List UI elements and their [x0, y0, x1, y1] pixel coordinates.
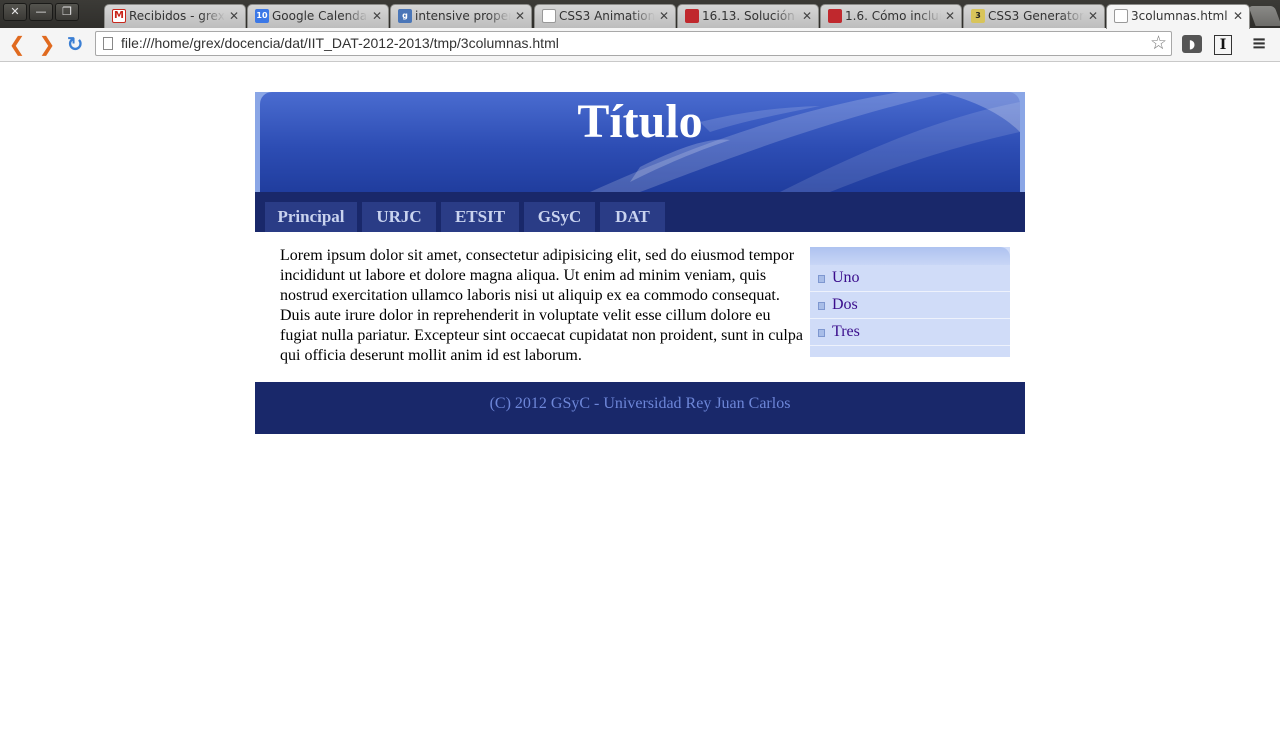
book-icon	[685, 9, 699, 23]
tab-title: intensive proper	[415, 9, 511, 23]
sidebar-item-dos[interactable]: Dos	[810, 292, 1010, 319]
footer-text: (C) 2012 GSyC - Universidad Rey Juan Car…	[489, 395, 791, 412]
tab-title: Google Calendar	[272, 9, 368, 23]
tab-close-icon[interactable]: ✕	[659, 5, 669, 27]
document-icon	[542, 9, 556, 23]
tab-title: Recibidos - grex	[129, 9, 225, 23]
tab-close-icon[interactable]: ✕	[229, 5, 239, 27]
pocket-icon[interactable]: ◗	[1182, 35, 1202, 53]
sidebar-header	[810, 247, 1010, 265]
tab-title: CSS3 Animations	[559, 9, 655, 23]
sidebar-link[interactable]: Dos	[832, 292, 858, 318]
page-icon	[103, 37, 113, 50]
nav-item-principal[interactable]: Principal	[265, 202, 357, 232]
calendar-icon: 10	[255, 9, 269, 23]
tab-close-icon[interactable]: ✕	[945, 5, 955, 27]
tab-close-icon[interactable]: ✕	[802, 5, 812, 27]
bullet-icon	[818, 302, 825, 310]
tab-google-calendar[interactable]: 10 Google Calendar ✕	[247, 4, 389, 28]
tab-close-icon[interactable]: ✕	[515, 5, 525, 27]
tab-title: 1.6. Cómo incluir	[845, 9, 941, 23]
tab-solucion[interactable]: 16.13. Solución c ✕	[677, 4, 819, 28]
main-nav: Principal URJC ETSIT GSyC DAT	[255, 192, 1025, 232]
menu-icon[interactable]: ≡	[1249, 35, 1269, 53]
page-header: Título	[255, 92, 1025, 192]
page-title: Título	[577, 95, 703, 148]
tab-recibidos[interactable]: M Recibidos - grex ✕	[104, 4, 246, 28]
page-footer: (C) 2012 GSyC - Universidad Rey Juan Car…	[255, 382, 1025, 434]
new-tab-button[interactable]	[1248, 6, 1280, 26]
book-icon	[828, 9, 842, 23]
nav-item-gsyc[interactable]: GSyC	[524, 202, 595, 232]
main-content: Lorem ipsum dolor sit amet, consectetur …	[255, 232, 1025, 382]
sidebar-link[interactable]: Tres	[832, 319, 860, 345]
sidebar-link[interactable]: Uno	[832, 265, 860, 291]
sidebar-menu: Uno Dos Tres	[810, 247, 1010, 357]
tab-title: CSS3 Generator	[988, 9, 1084, 23]
window-restore-button[interactable]: ❐	[55, 3, 79, 21]
tab-3columnas[interactable]: 3columnas.html ✕	[1106, 4, 1250, 29]
url-text[interactable]: file:///home/grex/docencia/dat/IIT_DAT-2…	[121, 32, 559, 55]
tab-como-incluir[interactable]: 1.6. Cómo incluir ✕	[820, 4, 962, 28]
google-icon: g	[398, 9, 412, 23]
bullet-icon	[818, 329, 825, 337]
back-icon[interactable]: ❮	[5, 32, 29, 56]
tab-strip: ✕ — ❐ M Recibidos - grex ✕ 10 Google Cal…	[0, 0, 1280, 29]
nav-item-etsit[interactable]: ETSIT	[441, 202, 519, 232]
bullet-icon	[818, 275, 825, 283]
tab-intensive-proper[interactable]: g intensive proper ✕	[390, 4, 532, 28]
css3-icon: 3	[971, 9, 985, 23]
tab-close-icon[interactable]: ✕	[1233, 5, 1243, 27]
tab-css3-generator[interactable]: 3 CSS3 Generator ✕	[963, 4, 1105, 28]
gmail-icon: M	[112, 9, 126, 23]
reload-icon[interactable]: ↻	[63, 32, 87, 56]
address-bar[interactable]: file:///home/grex/docencia/dat/IIT_DAT-2…	[95, 31, 1172, 56]
browser-toolbar: ❮ ❯ ↻ file:///home/grex/docencia/dat/IIT…	[0, 28, 1280, 62]
window-minimize-button[interactable]: —	[29, 3, 53, 21]
forward-icon[interactable]: ❯	[35, 32, 59, 56]
page-container: Título Principal URJC ETSIT GSyC DAT Lor…	[255, 92, 1025, 434]
document-icon	[1114, 9, 1128, 23]
bookmark-star-icon[interactable]: ☆	[1150, 32, 1167, 55]
window-close-button[interactable]: ✕	[3, 3, 27, 21]
tab-title: 16.13. Solución c	[702, 9, 798, 23]
tab-title: 3columnas.html	[1131, 9, 1228, 23]
tab-close-icon[interactable]: ✕	[1088, 5, 1098, 27]
sidebar-item-tres[interactable]: Tres	[810, 319, 1010, 346]
tab-close-icon[interactable]: ✕	[372, 5, 382, 27]
extension-icon[interactable]: I	[1214, 35, 1232, 55]
content-paragraph: Lorem ipsum dolor sit amet, consectetur …	[280, 247, 803, 364]
nav-item-dat[interactable]: DAT	[600, 202, 665, 232]
tab-css3-animations[interactable]: CSS3 Animations ✕	[534, 4, 676, 28]
nav-item-urjc[interactable]: URJC	[362, 202, 436, 232]
sidebar-item-uno[interactable]: Uno	[810, 265, 1010, 292]
